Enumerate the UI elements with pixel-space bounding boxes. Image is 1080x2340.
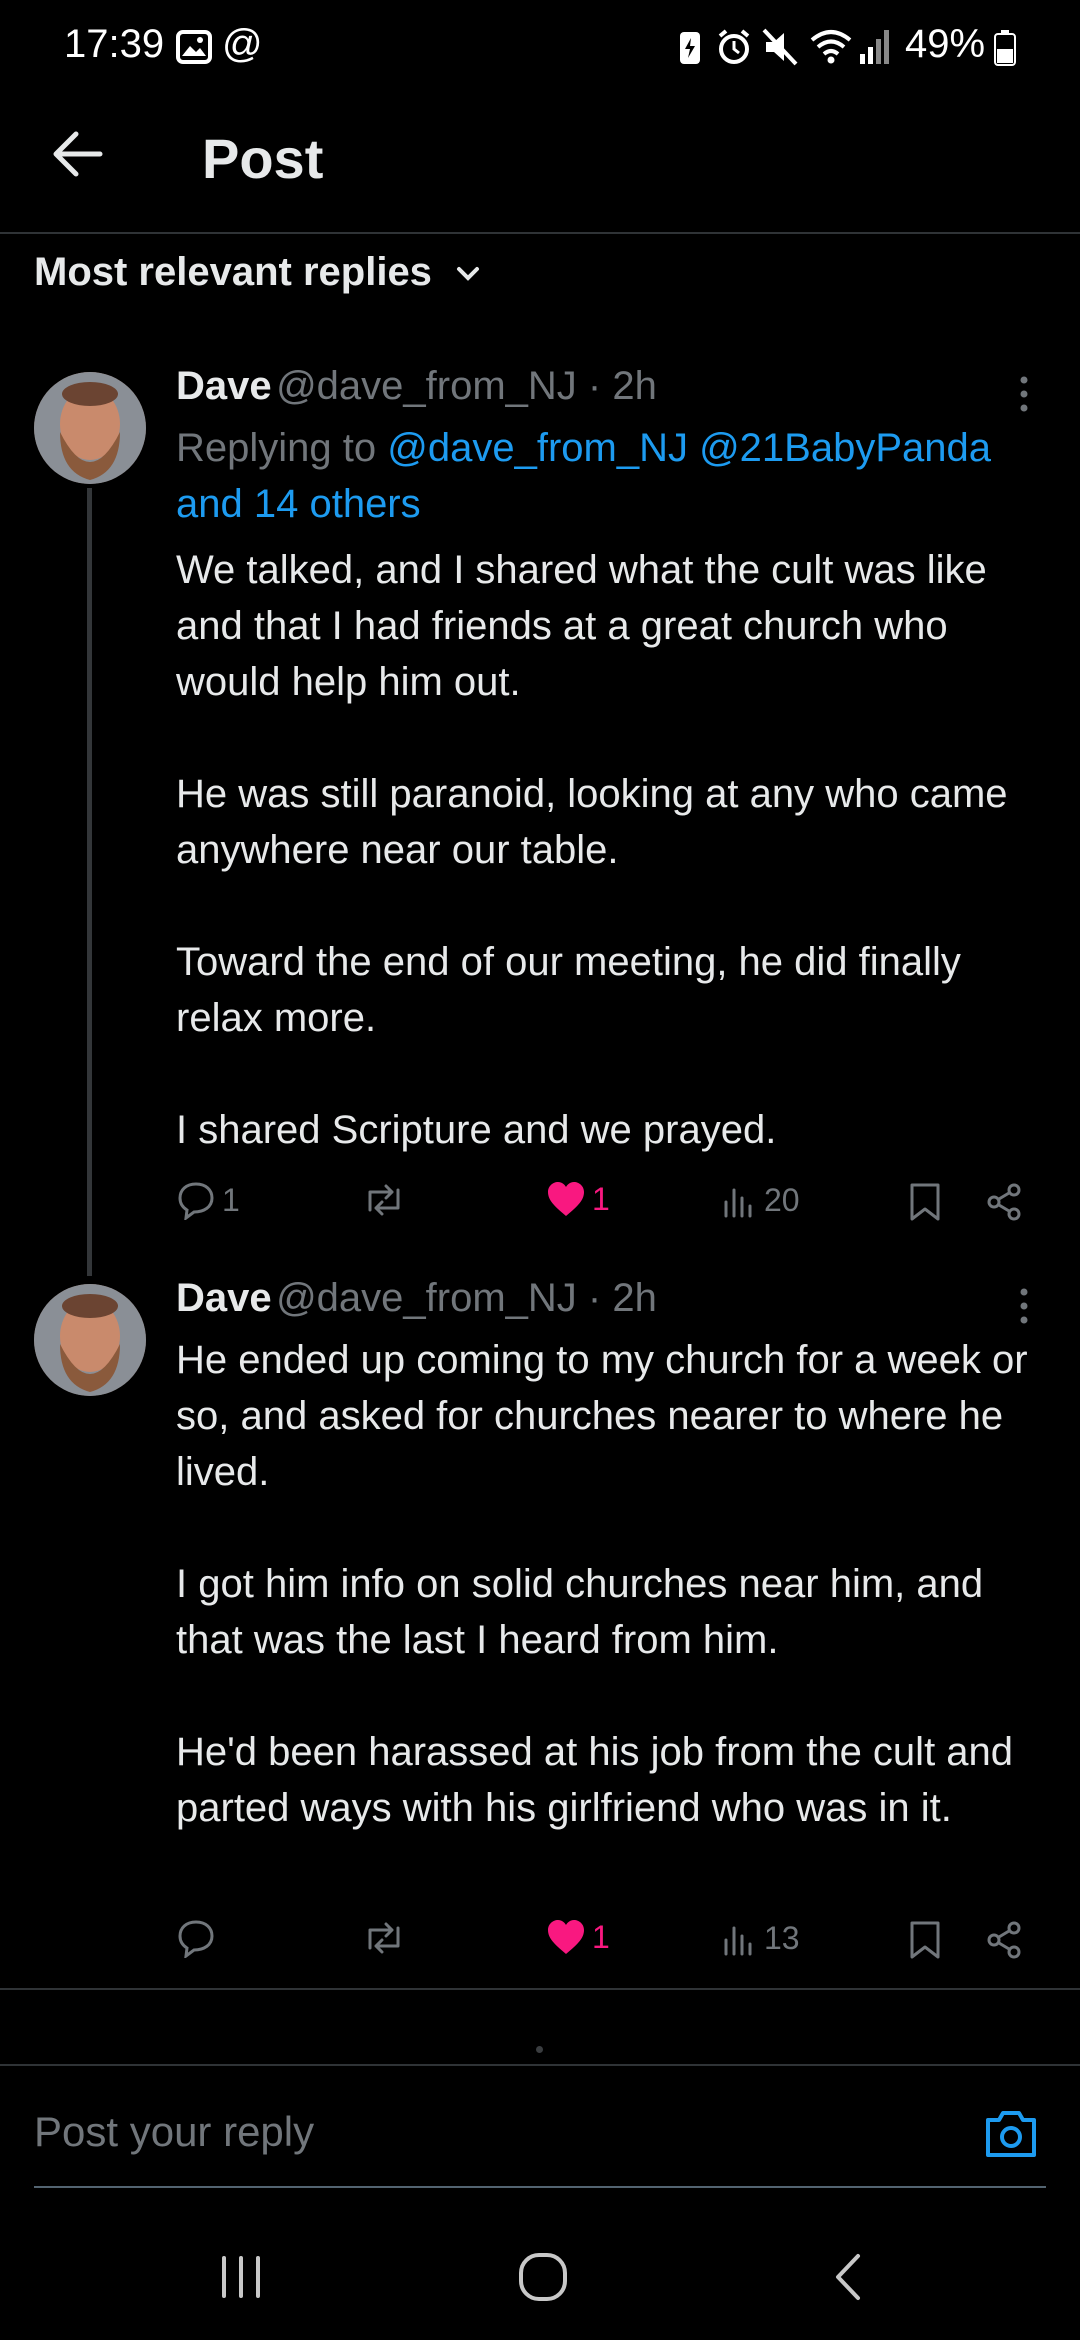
like-count: 1 — [592, 1918, 610, 1955]
avatar-photo — [34, 1284, 146, 1396]
battery-icon — [994, 30, 1016, 66]
avatar-photo — [34, 372, 146, 484]
tweet-text: He ended up coming to my church for a we… — [176, 1338, 1028, 1830]
bookmark-icon[interactable] — [908, 1920, 942, 1960]
thread-connector-line — [87, 488, 92, 1276]
replying-to: Replying to @dave_from_NJ @21BabyPanda a… — [176, 420, 1016, 532]
share-icon[interactable] — [984, 1920, 1024, 1960]
cell-signal-icon — [860, 30, 889, 64]
top-app-bar: Post — [0, 96, 1080, 234]
page-title: Post — [202, 127, 324, 190]
at-notification-icon: @ — [222, 22, 263, 66]
repost-button[interactable] — [362, 1180, 406, 1220]
wifi-icon — [810, 30, 852, 64]
replying-to-others[interactable]: and 14 others — [176, 482, 421, 526]
author-name[interactable]: Dave — [176, 364, 272, 408]
status-bar: 17:39 @ 49% — [0, 0, 1080, 96]
repost-icon — [368, 1184, 400, 1216]
divider — [0, 1988, 1080, 1990]
divider — [0, 2064, 1080, 2066]
avatar[interactable] — [34, 372, 146, 484]
battery-percentage: 49% — [905, 22, 986, 66]
author-handle-time: @dave_from_NJ · 2h — [276, 1276, 657, 1320]
sort-dropdown[interactable]: Most relevant replies — [34, 250, 483, 295]
mute-icon — [762, 28, 798, 66]
views-chart-icon — [724, 1188, 752, 1218]
system-navigation-bar — [0, 2220, 1080, 2340]
bookmark-icon[interactable] — [908, 1182, 942, 1222]
scroll-indicator-dot — [536, 2046, 543, 2053]
tweet-header: Dave @dave_from_NJ · 2h — [176, 1276, 657, 1321]
views-count: 20 — [764, 1181, 800, 1218]
reply-button[interactable]: 1 — [176, 1180, 240, 1220]
system-back-icon[interactable] — [826, 2250, 870, 2304]
views-count: 13 — [764, 1919, 800, 1956]
views-button[interactable]: 20 — [722, 1180, 800, 1220]
views-chart-icon — [724, 1926, 752, 1956]
tweet-text: We talked, and I shared what the cult wa… — [176, 548, 1008, 1152]
battery-saver-icon — [680, 32, 700, 64]
author-handle-time: @dave_from_NJ · 2h — [276, 364, 657, 408]
share-icon[interactable] — [984, 1182, 1024, 1222]
heart-filled-icon — [548, 1920, 584, 1954]
tweet-header: Dave @dave_from_NJ · 2h — [176, 364, 657, 409]
camera-icon[interactable] — [982, 2108, 1040, 2160]
like-button[interactable]: 1 — [546, 1918, 610, 1956]
reply-input[interactable]: Post your reply — [34, 2108, 314, 2156]
reply-input-underline — [34, 2186, 1046, 2188]
like-button[interactable]: 1 — [546, 1180, 610, 1218]
heart-filled-icon — [548, 1182, 584, 1216]
reply-button[interactable] — [176, 1918, 216, 1958]
gallery-notification-icon — [176, 30, 212, 64]
chevron-down-icon — [457, 267, 480, 282]
like-count: 1 — [592, 1180, 610, 1217]
status-time: 17:39 — [64, 22, 165, 66]
views-button[interactable]: 13 — [722, 1918, 800, 1958]
home-icon[interactable] — [516, 2250, 570, 2304]
replying-to-prefix: Replying to — [176, 426, 388, 470]
replying-to-links[interactable]: @dave_from_NJ @21BabyPanda — [387, 426, 991, 470]
reply-count: 1 — [222, 1181, 240, 1218]
reply-icon — [178, 1182, 214, 1220]
sort-label: Most relevant replies — [34, 250, 432, 294]
more-options-icon[interactable] — [1006, 1286, 1042, 1326]
recent-apps-icon[interactable] — [216, 2252, 266, 2302]
more-options-icon[interactable] — [1006, 374, 1042, 414]
avatar[interactable] — [34, 1284, 146, 1396]
reply-icon — [178, 1920, 214, 1958]
alarm-icon — [718, 29, 750, 64]
author-name[interactable]: Dave — [176, 1276, 272, 1320]
repost-icon — [368, 1922, 400, 1954]
back-arrow-icon[interactable] — [50, 126, 106, 182]
repost-button[interactable] — [362, 1918, 406, 1958]
